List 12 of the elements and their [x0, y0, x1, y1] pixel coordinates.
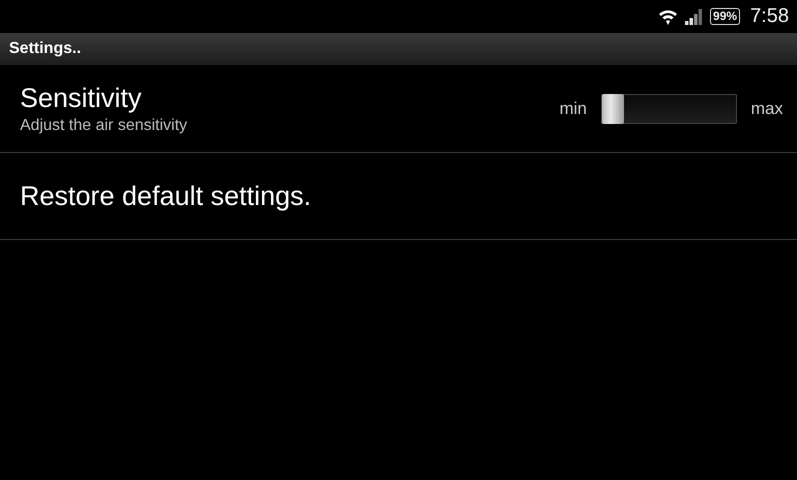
setting-title[interactable]: Restore default settings.	[20, 180, 312, 212]
wifi-icon	[658, 8, 678, 26]
max-label: max	[750, 98, 783, 118]
min-label: min	[559, 98, 587, 118]
slider[interactable]	[600, 94, 737, 124]
slider-thumb[interactable]	[602, 94, 624, 124]
setting-summary: Adjust the air sensitivity	[20, 116, 188, 134]
screen-title: Settings..	[9, 40, 82, 58]
setting-title[interactable]: Sensitivity	[20, 82, 142, 114]
signal-icon	[684, 8, 704, 26]
clock-time: 7:58	[750, 5, 789, 28]
battery-indicator: 99%	[710, 8, 740, 25]
